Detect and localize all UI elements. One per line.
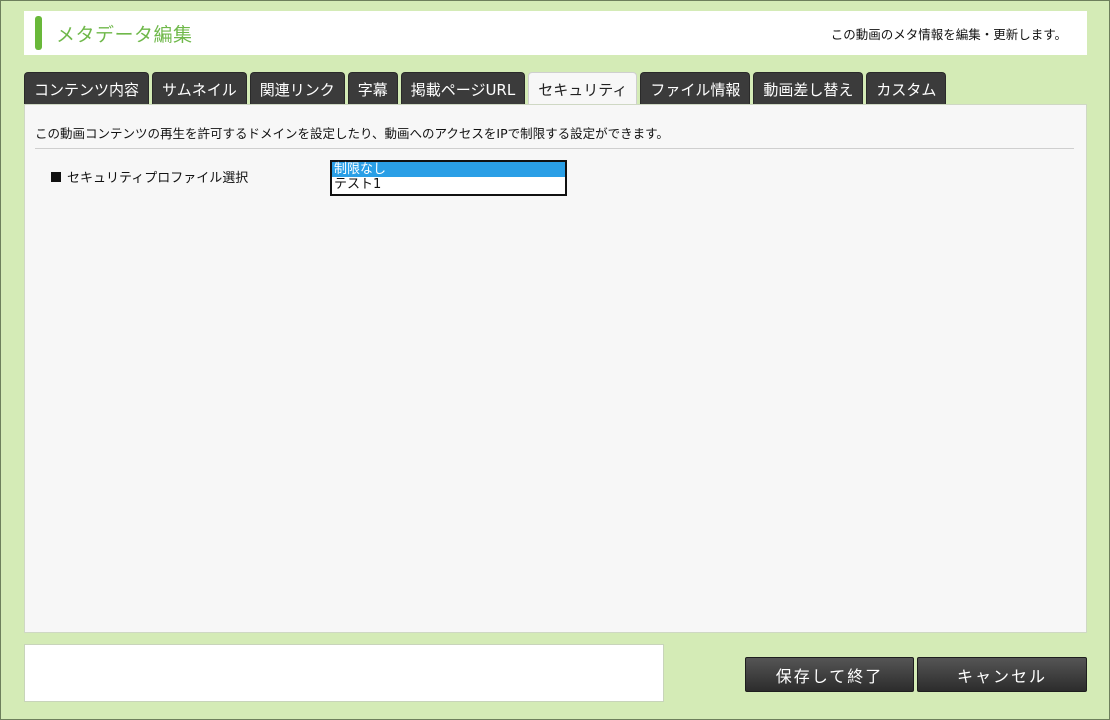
security-profile-label: セキュリティプロファイル選択 — [51, 167, 248, 186]
header-accent-bar — [35, 16, 42, 50]
message-area — [24, 644, 664, 702]
security-profile-listbox[interactable]: 制限なし テスト1 — [330, 160, 567, 196]
panel-description: この動画コンテンツの再生を許可するドメインを設定したり、動画へのアクセスをIPで… — [35, 126, 669, 141]
tab-security[interactable]: セキュリティ — [528, 72, 638, 105]
page-title: メタデータ編集 — [56, 23, 193, 46]
tab-file-info[interactable]: ファイル情報 — [640, 72, 751, 105]
listbox-option-test1[interactable]: テスト1 — [332, 177, 565, 192]
tab-related-links[interactable]: 関連リンク — [249, 72, 345, 105]
square-bullet-icon — [51, 171, 61, 182]
save-and-exit-button[interactable]: 保存して終了 — [745, 657, 914, 692]
header-title-group: メタデータ編集 — [35, 16, 193, 50]
tab-contents[interactable]: コンテンツ内容 — [24, 72, 150, 105]
security-profile-label-text: セキュリティプロファイル選択 — [67, 171, 249, 186]
tab-thumbnail[interactable]: サムネイル — [152, 72, 247, 105]
cancel-button[interactable]: キャンセル — [917, 657, 1087, 692]
listbox-option-no-restriction[interactable]: 制限なし — [332, 162, 565, 177]
tab-bar: コンテンツ内容 サムネイル 関連リンク 字幕 掲載ページURL セキュリティ フ… — [24, 72, 949, 105]
tab-video-replace[interactable]: 動画差し替え — [753, 72, 864, 105]
tab-page-url[interactable]: 掲載ページURL — [400, 72, 526, 105]
tab-custom[interactable]: カスタム — [866, 72, 947, 105]
security-panel: この動画コンテンツの再生を許可するドメインを設定したり、動画へのアクセスをIPで… — [24, 104, 1087, 633]
divider — [35, 148, 1074, 149]
page-description: この動画のメタ情報を編集・更新します。 — [830, 26, 1067, 42]
tab-subtitles[interactable]: 字幕 — [347, 72, 398, 105]
page-header: メタデータ編集 この動画のメタ情報を編集・更新します。 — [24, 11, 1087, 55]
